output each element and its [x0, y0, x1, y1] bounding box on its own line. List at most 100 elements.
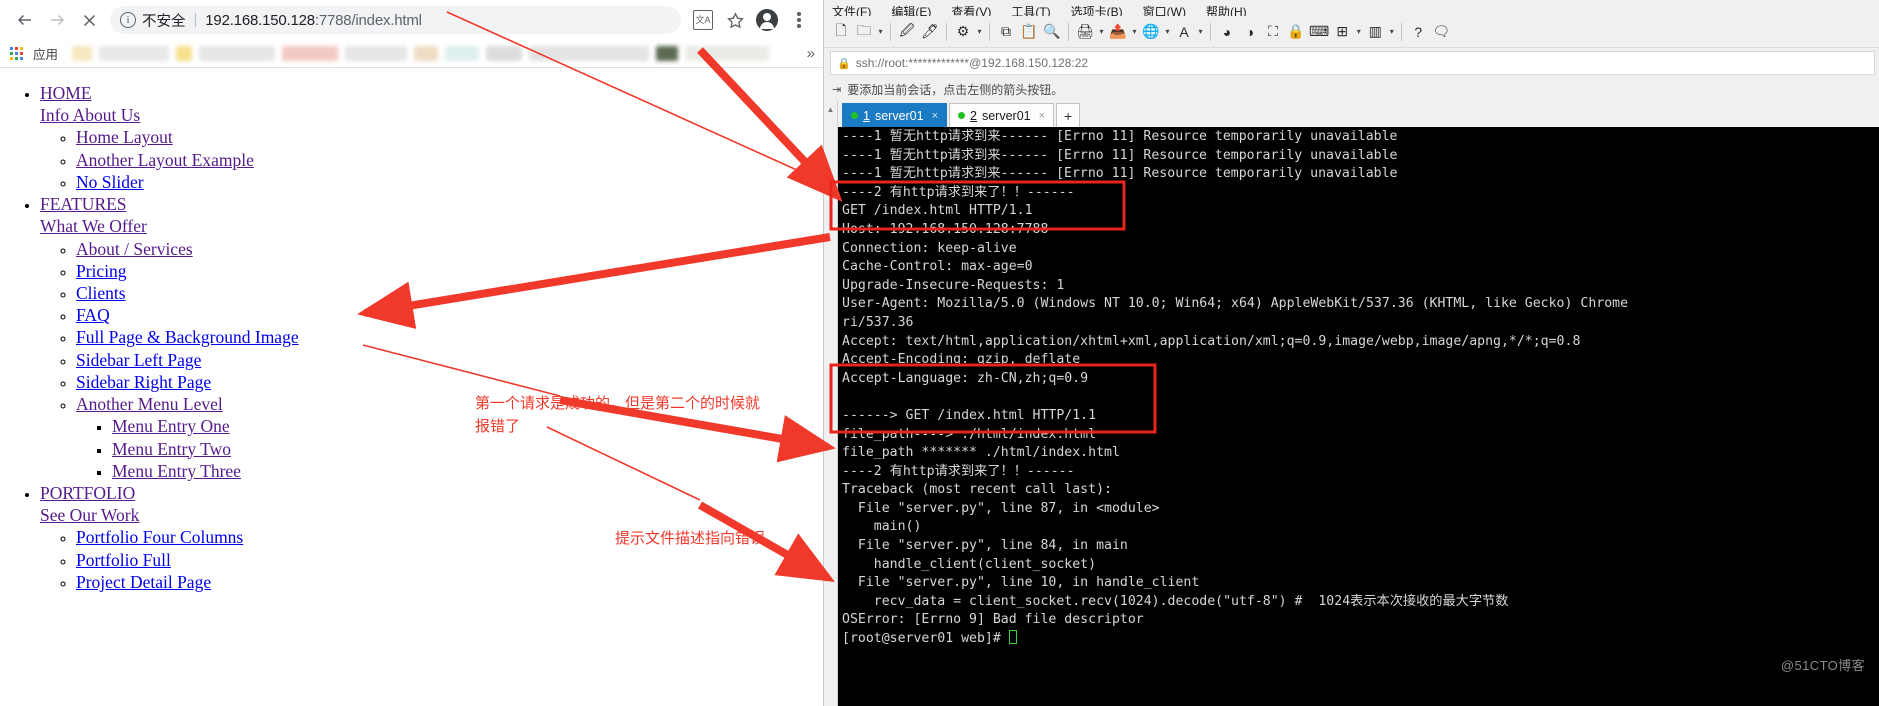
address-bar[interactable]: i 不安全 | 192.168.150.128:7788/index.html	[110, 6, 681, 34]
menu-item[interactable]: 查看(V)	[951, 3, 991, 16]
bookmark-item[interactable]	[72, 46, 93, 61]
bookmark-item[interactable]	[656, 46, 679, 61]
chrome-menu-button[interactable]	[785, 6, 813, 34]
keyboard-icon[interactable]: ⌨	[1308, 19, 1330, 45]
bookmark-button[interactable]	[721, 6, 749, 34]
print-dropdown-icon[interactable]: ▾	[1097, 19, 1106, 45]
tab-close-icon[interactable]: ×	[1039, 110, 1045, 122]
tab-close-icon[interactable]: ×	[932, 110, 938, 122]
bookmark-item[interactable]	[486, 46, 523, 61]
nav-link[interactable]: PORTFOLIO	[40, 483, 135, 503]
open-folder-icon[interactable]: 🗀	[853, 19, 875, 45]
nav-link[interactable]: Project Detail Page	[76, 572, 211, 592]
feedback-icon[interactable]: 🗨	[1430, 19, 1452, 45]
nav-link[interactable]: Info About Us	[40, 105, 140, 125]
globe-dropdown-icon[interactable]: ▾	[1163, 19, 1172, 45]
menu-item[interactable]: 文件(F)	[832, 3, 871, 16]
back-button[interactable]	[10, 5, 40, 35]
terminal-output[interactable]: ----1 暂无http请求到来------ [Errno 11] Resour…	[838, 127, 1879, 706]
nav-link[interactable]: What We Offer	[40, 216, 147, 236]
nav-link[interactable]: See Our Work	[40, 505, 139, 525]
bookmark-item[interactable]	[345, 46, 408, 61]
xshell-address-bar[interactable]: 🔒 ssh://root:*************@192.168.150.1…	[830, 51, 1875, 75]
highlight-icon[interactable]: ◑	[1239, 19, 1261, 45]
layout-icon[interactable]: ▥	[1364, 19, 1386, 45]
copy-icon[interactable]: ⧉	[995, 19, 1017, 45]
disconnect-icon[interactable]: 🖊	[919, 19, 941, 45]
bookmark-item[interactable]	[529, 46, 650, 61]
nav-link[interactable]: About / Services	[76, 239, 193, 259]
bookmark-item[interactable]	[176, 46, 193, 61]
info-icon[interactable]: i	[120, 12, 136, 28]
paste-icon[interactable]: 📋	[1018, 19, 1040, 45]
nav-link[interactable]: Menu Entry Two	[112, 439, 231, 459]
site-navigation-list: HOMEInfo About UsHome Layout Another Layo…	[0, 82, 823, 593]
nav-link[interactable]: Pricing	[76, 261, 127, 281]
add-tab-dropdown-icon[interactable]: ▾	[1354, 19, 1363, 45]
terminal-tab[interactable]: 2 server01 ×	[949, 103, 1055, 127]
nav-link[interactable]: Sidebar Right Page	[76, 372, 211, 392]
apps-label[interactable]: 应用	[33, 44, 58, 63]
bookmark-item[interactable]	[445, 46, 480, 61]
compose-bar-icon[interactable]: ◕	[1216, 19, 1238, 45]
xshell-session-hint: ⇥ 要添加当前会话，点击左侧的箭头按钮。	[824, 77, 1879, 101]
file-transfer-icon[interactable]: 📤	[1107, 19, 1129, 45]
find-icon[interactable]: 🔍	[1041, 19, 1063, 45]
properties-dropdown-icon[interactable]: ▾	[975, 19, 984, 45]
chevron-up-icon[interactable]: ▲	[827, 105, 835, 114]
stop-loading-button[interactable]	[74, 5, 104, 35]
arrow-right-icon	[51, 14, 65, 26]
layout-dropdown-icon[interactable]: ▾	[1387, 19, 1396, 45]
nav-link[interactable]: Sidebar Left Page	[76, 350, 201, 370]
nav-link[interactable]: Clients	[76, 283, 126, 303]
terminal-line: OSError: [Errno 9] Bad file descriptor	[842, 612, 1144, 628]
nav-link[interactable]: FAQ	[76, 305, 110, 325]
globe-icon[interactable]: 🌐	[1140, 19, 1162, 45]
nav-link[interactable]: Another Layout Example	[76, 150, 254, 170]
bookmark-item[interactable]	[414, 46, 439, 61]
toolbar-separator	[890, 22, 891, 41]
connect-icon[interactable]: 🖉	[896, 19, 918, 45]
open-folder-dropdown-icon[interactable]: ▾	[876, 19, 885, 45]
nav-link[interactable]: HOME	[40, 83, 92, 103]
help-icon[interactable]: ?	[1407, 19, 1429, 45]
nav-link[interactable]: Full Page & Background Image	[76, 327, 299, 347]
fullscreen-icon[interactable]: ⛶	[1262, 19, 1284, 45]
bookmark-item[interactable]	[99, 46, 170, 61]
font-dropdown-icon[interactable]: ▾	[1196, 19, 1205, 45]
file-transfer-dropdown-icon[interactable]: ▾	[1130, 19, 1139, 45]
nav-link[interactable]: FEATURES	[40, 194, 127, 214]
nav-link[interactable]: Home Layout	[76, 127, 173, 147]
add-tab-icon[interactable]: ⊞	[1331, 19, 1353, 45]
translate-button[interactable]: 文A	[689, 6, 717, 34]
menu-item[interactable]: 帮助(H)	[1206, 3, 1247, 16]
new-tab-button[interactable]: +	[1056, 103, 1081, 127]
bookmark-item[interactable]	[685, 46, 770, 61]
session-properties-icon[interactable]: ⚙	[952, 19, 974, 45]
menu-item[interactable]: 工具(T)	[1011, 3, 1050, 16]
nav-link[interactable]: Portfolio Four Columns	[76, 527, 243, 547]
nav-link[interactable]: Portfolio Full	[76, 550, 171, 570]
menu-item[interactable]: 选项卡(B)	[1071, 3, 1123, 16]
star-icon	[726, 11, 744, 28]
bookmark-item[interactable]	[199, 46, 276, 61]
forward-button[interactable]	[42, 5, 72, 35]
print-icon[interactable]: 🖨	[1074, 19, 1096, 45]
xshell-menubar: 文件(F) 编辑(E) 查看(V) 工具(T) 选项卡(B) 窗口(W) 帮助(H)	[824, 0, 1879, 16]
terminal-tab[interactable]: 1 server01 ×	[842, 103, 948, 127]
nav-link[interactable]: Another Menu Level	[76, 394, 223, 414]
new-session-icon[interactable]: 🗋	[830, 19, 852, 45]
apps-grid-icon[interactable]	[10, 47, 23, 60]
xshell-sidebar-strip[interactable]: ▲	[824, 101, 838, 706]
bookmarks-overflow-button[interactable]: »	[807, 45, 815, 62]
nav-link[interactable]: Menu Entry Three	[112, 461, 241, 481]
nav-link[interactable]: No Slider	[76, 172, 144, 192]
bookmark-item[interactable]	[282, 46, 339, 61]
menu-item[interactable]: 编辑(E)	[891, 3, 931, 16]
nav-link[interactable]: Menu Entry One	[112, 416, 230, 436]
menu-item[interactable]: 窗口(W)	[1143, 3, 1186, 16]
profile-button[interactable]	[753, 6, 781, 34]
security-status-label: 不安全	[142, 13, 186, 30]
lock-screen-icon[interactable]: 🔒	[1285, 19, 1307, 45]
font-icon[interactable]: A	[1173, 19, 1195, 45]
